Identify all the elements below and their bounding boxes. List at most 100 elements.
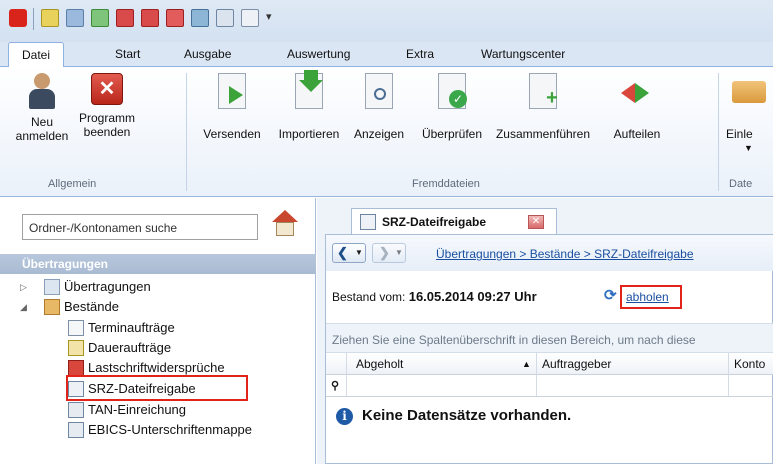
tab-auswertung[interactable]: Auswertung (287, 47, 350, 61)
bestand-label: Bestand vom: (332, 290, 406, 304)
toolbar-icon-8[interactable] (216, 9, 234, 27)
split-label: Aufteilen (613, 127, 661, 141)
home-icon[interactable] (270, 208, 300, 238)
tree-item-label: Bestände (64, 299, 119, 314)
tab-wartungscenter[interactable]: Wartungscenter (481, 47, 565, 61)
toolbar-icon-2[interactable] (66, 9, 84, 27)
merge-button[interactable]: + Zusammenführen (486, 73, 600, 141)
verify-button[interactable]: ✓ Überprüfen (416, 73, 488, 141)
quick-access-toolbar: ▾ (0, 0, 773, 42)
view-button[interactable]: Anzeigen (346, 73, 412, 141)
merge-file-icon: + (529, 73, 558, 109)
user-icon (24, 73, 60, 109)
merge-label: Zusammenführen (495, 127, 591, 141)
new-login-label-2: anmelden (15, 129, 69, 143)
empty-message: i Keine Datensätze vorhanden. (336, 407, 572, 425)
tree-item-label: Daueraufträge (88, 340, 172, 355)
tree-item-dauerauftraege[interactable]: Daueraufträge (68, 339, 172, 357)
check-file-icon: ✓ (438, 73, 467, 109)
tree-item-tan-einreichung[interactable]: TAN-Einreichung (68, 401, 186, 419)
tree-item-label: Lastschriftwidersprüche (88, 360, 225, 375)
info-icon: i (336, 408, 353, 425)
new-login-button[interactable]: Neu anmelden (14, 73, 70, 143)
document-tab-label: SRZ-Dateifreigabe (382, 215, 487, 229)
toolbar-icon-7[interactable] (191, 9, 209, 27)
quit-program-button[interactable]: ✕ Programm beenden (74, 73, 140, 139)
direct-debit-icon (68, 360, 84, 376)
document-area: SRZ-Dateifreigabe ✕ ❮ ▼ ❯ ▼ Übertragunge… (317, 198, 773, 464)
tab-datei[interactable]: Datei (8, 42, 65, 68)
close-tab-icon[interactable]: ✕ (528, 215, 544, 229)
breadcrumb[interactable]: Übertragungen > Bestände > SRZ-Dateifrei… (436, 247, 694, 261)
toolbar-separator (33, 8, 34, 30)
import-label: Importieren (278, 127, 340, 141)
chevron-down-icon: ▼ (355, 248, 363, 257)
expand-toggle-icon[interactable]: ▷ (20, 282, 27, 293)
einlesen-label: Einle (726, 127, 753, 141)
tree-item-label: Übertragungen (64, 279, 151, 294)
sort-ascending-icon: ▲ (522, 359, 531, 369)
toolbar-icon-5[interactable] (141, 9, 159, 27)
tree-item-ebics-unterschriftenmappe[interactable]: EBICS-Unterschriftenmappe (68, 421, 252, 439)
tree-item-bestaende[interactable]: Bestände (44, 298, 119, 316)
navigation-header: Übertragungen (0, 254, 316, 274)
ribbon-tab-bar: Datei Start Ausgabe Auswertung Extra War… (0, 42, 773, 68)
chevron-down-icon: ▼ (744, 143, 753, 153)
verify-label: Überprüfen (421, 127, 483, 141)
document-tab[interactable]: SRZ-Dateifreigabe ✕ (351, 208, 557, 235)
group-separator (186, 73, 187, 191)
folder-icon (726, 73, 766, 109)
close-program-icon: ✕ (91, 73, 123, 105)
group-label-fremddateien: Fremddateien (412, 178, 480, 190)
customize-toolbar-icon[interactable]: ▾ (266, 10, 272, 23)
send-label: Versenden (203, 127, 261, 141)
file-release-icon (360, 214, 376, 230)
column-header-abgeholt[interactable]: Abgeholt (356, 357, 403, 371)
group-by-area[interactable]: Ziehen Sie eine Spaltenüberschrift in di… (326, 323, 773, 353)
send-file-icon (218, 73, 246, 109)
tab-extra[interactable]: Extra (406, 47, 434, 61)
tab-ausgabe[interactable]: Ausgabe (184, 47, 231, 61)
import-button[interactable]: Importieren (270, 70, 348, 141)
column-header-auftraggeber[interactable]: Auftraggeber (542, 357, 611, 371)
quit-program-label: Programm (78, 111, 135, 125)
forward-arrow-icon: ❯ (379, 245, 390, 260)
mail-folder-icon (44, 279, 60, 295)
new-login-label: Neu (30, 115, 53, 129)
refresh-icon[interactable]: ⟳ (604, 288, 620, 304)
tree-item-terminauftraege[interactable]: Terminaufträge (68, 319, 175, 337)
send-button[interactable]: Versenden (196, 73, 268, 141)
highlight-box-srz (66, 375, 248, 401)
einlesen-button[interactable]: Einle ▼ (726, 73, 773, 155)
calendar-icon (68, 320, 84, 336)
tree-item-uebertragungen[interactable]: Übertragungen (44, 278, 151, 296)
split-file-icon (619, 73, 655, 109)
view-label: Anzeigen (353, 127, 405, 141)
toolbar-icon-3[interactable] (91, 9, 109, 27)
chevron-down-icon: ▼ (395, 248, 403, 257)
toolbar-icon-9[interactable] (241, 9, 259, 27)
group-label-allgemein: Allgemein (48, 178, 97, 190)
highlight-box-abholen (620, 285, 682, 309)
toolbar-icon-6[interactable] (166, 9, 184, 27)
group-separator-2 (718, 73, 719, 191)
collapse-toggle-icon[interactable]: ◢ (20, 302, 27, 313)
ribbon-panel: Neu anmelden ✕ Programm beenden Allgemei… (0, 67, 773, 197)
split-button[interactable]: Aufteilen (604, 73, 670, 141)
empty-message-text: Keine Datensätze vorhanden. (362, 407, 572, 424)
filter-row[interactable]: ⚲ (326, 375, 773, 397)
folder-search-input[interactable]: Ordner-/Kontonamen suche (22, 214, 258, 240)
navigation-panel: Ordner-/Kontonamen suche Übertragungen ▷… (0, 198, 316, 464)
back-arrow-icon: ❮ (337, 245, 348, 260)
view-file-icon (365, 73, 393, 109)
toolbar-icon-4[interactable] (116, 9, 134, 27)
forward-button[interactable]: ❯ ▼ (372, 243, 406, 263)
group-label-dateien: Date (729, 178, 753, 190)
column-header-konto[interactable]: Konto (734, 357, 765, 371)
app-logo-icon[interactable] (9, 9, 27, 27)
back-button[interactable]: ❮ ▼ (332, 243, 366, 263)
filter-pin-icon: ⚲ (331, 380, 340, 392)
bestand-timestamp: 16.05.2014 09:27 Uhr (408, 289, 537, 304)
tab-start[interactable]: Start (115, 47, 140, 61)
toolbar-icon-1[interactable] (41, 9, 59, 27)
